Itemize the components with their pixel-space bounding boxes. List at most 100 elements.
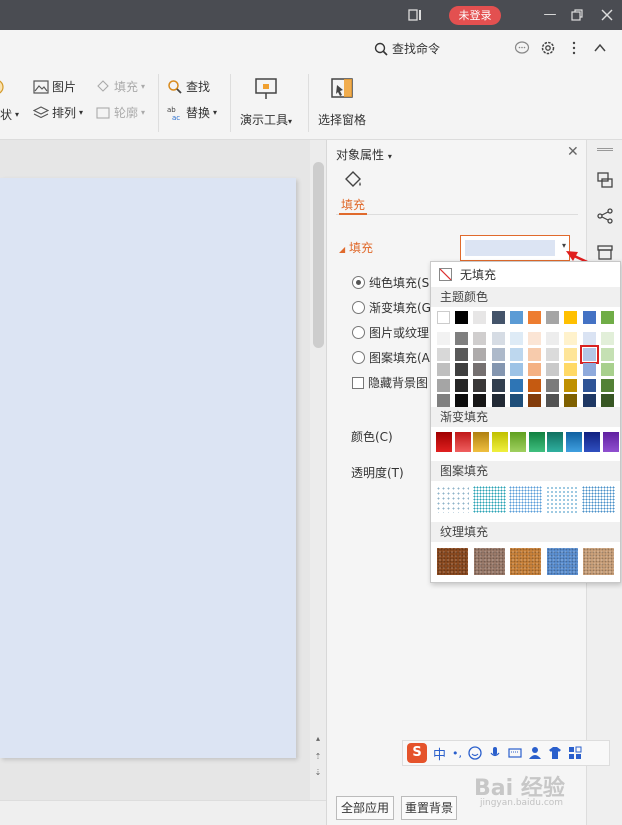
theme-shade-swatch[interactable] bbox=[509, 347, 523, 361]
panel-title[interactable]: 对象属性 ▾ bbox=[336, 146, 392, 163]
shape-button[interactable] bbox=[0, 78, 8, 96]
theme-color-swatch[interactable] bbox=[546, 311, 560, 324]
theme-shade-swatch[interactable] bbox=[473, 347, 487, 361]
pattern-swatch[interactable] bbox=[509, 486, 542, 513]
settings-icon[interactable] bbox=[540, 40, 556, 56]
theme-shade-swatch[interactable] bbox=[455, 347, 469, 361]
theme-shade-swatch[interactable] bbox=[546, 394, 560, 407]
theme-shade-swatch[interactable] bbox=[546, 332, 560, 345]
gradient-swatch[interactable] bbox=[602, 432, 619, 452]
apply-all-button[interactable]: 全部应用 bbox=[336, 796, 394, 820]
minimize-icon[interactable]: — bbox=[540, 5, 560, 25]
theme-shade-swatch[interactable] bbox=[473, 378, 487, 392]
theme-shade-swatch[interactable] bbox=[582, 332, 596, 345]
theme-shade-swatch[interactable] bbox=[491, 363, 505, 376]
gradient-swatch[interactable] bbox=[473, 432, 489, 452]
theme-color-swatch[interactable] bbox=[491, 311, 505, 324]
gradient-swatch[interactable] bbox=[491, 432, 508, 452]
theme-shade-swatch[interactable] bbox=[600, 363, 614, 376]
theme-shade-swatch[interactable] bbox=[455, 363, 469, 376]
theme-shade-swatch[interactable] bbox=[600, 378, 614, 392]
theme-shade-swatch[interactable] bbox=[600, 394, 614, 407]
reset-background-button[interactable]: 重置背景 bbox=[401, 796, 457, 820]
gradient-swatch[interactable] bbox=[547, 432, 563, 452]
search-command[interactable]: 查找命令 bbox=[374, 40, 440, 57]
close-icon[interactable] bbox=[600, 8, 614, 22]
gradient-swatch[interactable] bbox=[528, 432, 545, 452]
theme-color-swatch[interactable] bbox=[600, 311, 614, 324]
theme-shade-swatch[interactable] bbox=[546, 347, 560, 361]
shirt-icon[interactable] bbox=[548, 746, 562, 760]
theme-shade-swatch[interactable] bbox=[491, 332, 505, 345]
tab-fill[interactable]: 填充 bbox=[341, 196, 365, 213]
theme-shade-swatch[interactable] bbox=[437, 363, 450, 376]
share-icon[interactable] bbox=[596, 207, 614, 225]
reader-mode-icon[interactable] bbox=[408, 8, 422, 22]
texture-swatch[interactable] bbox=[473, 548, 505, 575]
theme-shade-swatch[interactable] bbox=[579, 344, 599, 364]
archive-icon[interactable] bbox=[596, 243, 614, 261]
switch-window-icon[interactable] bbox=[596, 171, 614, 189]
theme-shade-swatch[interactable] bbox=[455, 394, 469, 407]
theme-shade-swatch[interactable] bbox=[546, 363, 560, 376]
theme-shade-swatch[interactable] bbox=[564, 363, 578, 376]
emoji-icon[interactable] bbox=[468, 746, 482, 760]
no-fill-option[interactable]: 无填充 bbox=[439, 266, 496, 283]
collapse-ribbon-icon[interactable] bbox=[592, 40, 608, 56]
theme-shade-swatch[interactable] bbox=[564, 332, 578, 345]
gradient-swatch[interactable] bbox=[584, 432, 600, 452]
find-button[interactable]: 查找 bbox=[167, 78, 210, 95]
theme-shade-swatch[interactable] bbox=[437, 394, 450, 407]
arrange-button[interactable]: 排列 ▾ bbox=[33, 104, 83, 121]
ime-logo[interactable]: S bbox=[407, 743, 427, 763]
pattern-swatch[interactable] bbox=[436, 486, 469, 513]
restore-icon[interactable] bbox=[570, 8, 584, 22]
theme-shade-swatch[interactable] bbox=[564, 347, 578, 361]
theme-color-swatch[interactable] bbox=[564, 311, 578, 324]
theme-color-swatch[interactable] bbox=[509, 311, 523, 324]
theme-shade-swatch[interactable] bbox=[582, 394, 596, 407]
pattern-swatch[interactable] bbox=[582, 486, 615, 513]
vertical-scrollbar[interactable]: ▴ ⇡ ⇣ bbox=[310, 140, 326, 800]
gradient-swatch[interactable] bbox=[510, 432, 526, 452]
theme-shade-swatch[interactable] bbox=[509, 363, 523, 376]
theme-shade-swatch[interactable] bbox=[473, 394, 487, 407]
theme-shade-swatch[interactable] bbox=[455, 332, 469, 345]
solid-fill-option[interactable]: 纯色填充(S bbox=[352, 274, 429, 291]
texture-swatch[interactable] bbox=[510, 548, 541, 575]
theme-color-swatch[interactable] bbox=[437, 311, 450, 324]
theme-shade-swatch[interactable] bbox=[528, 332, 541, 345]
more-icon[interactable] bbox=[566, 40, 582, 56]
theme-shade-swatch[interactable] bbox=[491, 394, 505, 407]
texture-swatch[interactable] bbox=[546, 548, 578, 575]
theme-shade-swatch[interactable] bbox=[437, 347, 450, 361]
theme-shade-swatch[interactable] bbox=[455, 378, 469, 392]
close-icon[interactable]: ✕ bbox=[567, 144, 579, 160]
theme-color-swatch[interactable] bbox=[582, 311, 596, 324]
theme-shade-swatch[interactable] bbox=[509, 394, 523, 407]
fill-bucket-icon[interactable] bbox=[343, 170, 363, 190]
theme-color-swatch[interactable] bbox=[473, 311, 487, 324]
radio-solid-fill[interactable] bbox=[352, 276, 365, 289]
user-icon[interactable] bbox=[528, 746, 542, 760]
radio-pattern-fill[interactable] bbox=[352, 351, 365, 364]
scroll-next-icon[interactable]: ⇣ bbox=[313, 768, 323, 777]
ime-language[interactable]: 中 bbox=[433, 744, 446, 763]
theme-shade-swatch[interactable] bbox=[564, 394, 578, 407]
color-dropdown[interactable]: ▾ bbox=[460, 235, 570, 261]
theme-shade-swatch[interactable] bbox=[528, 363, 541, 376]
theme-shade-swatch[interactable] bbox=[509, 332, 523, 345]
gradient-swatch[interactable] bbox=[454, 432, 471, 452]
theme-shade-swatch[interactable] bbox=[582, 378, 596, 392]
theme-shade-swatch[interactable] bbox=[437, 332, 450, 345]
picture-texture-option[interactable]: 图片或纹理 bbox=[352, 324, 429, 341]
gradient-swatch[interactable] bbox=[436, 432, 452, 452]
theme-shade-swatch[interactable] bbox=[600, 347, 614, 361]
picture-button[interactable]: 图片 bbox=[33, 78, 76, 95]
slide[interactable] bbox=[0, 178, 296, 758]
gradient-fill-option[interactable]: 渐变填充(G bbox=[352, 299, 431, 316]
theme-color-swatch[interactable] bbox=[455, 311, 469, 324]
theme-shade-swatch[interactable] bbox=[528, 394, 541, 407]
pattern-swatch[interactable] bbox=[472, 486, 506, 513]
texture-swatch[interactable] bbox=[583, 548, 614, 575]
